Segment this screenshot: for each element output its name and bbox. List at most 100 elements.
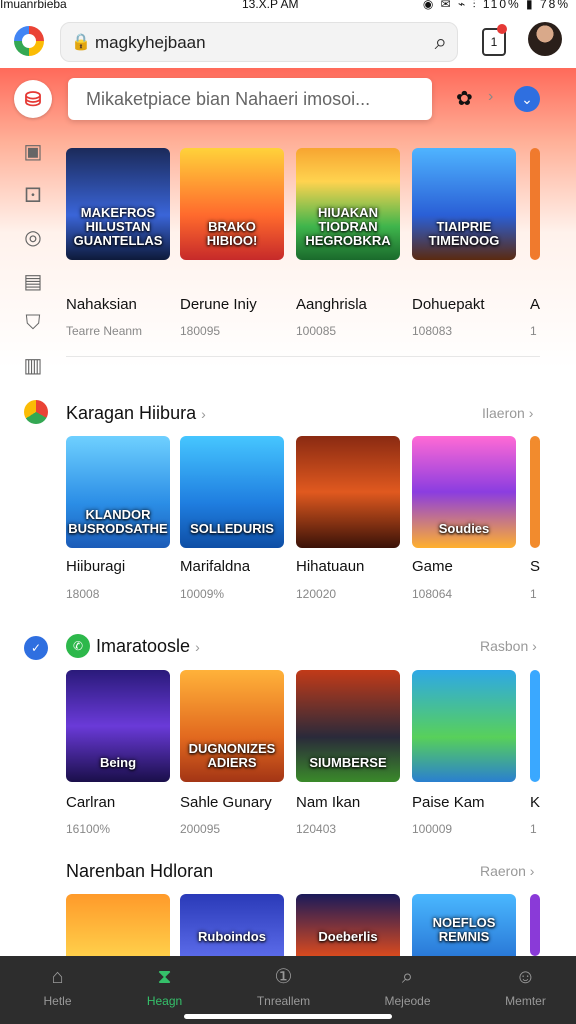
section-title[interactable]: Imaratoosle ›: [96, 636, 200, 657]
game-art-title: MAKEFROS HILUSTAN GUANTELLAS: [73, 205, 163, 248]
home-indicator[interactable]: [184, 1014, 392, 1019]
profile-badge-icon[interactable]: ⌄: [514, 86, 540, 112]
game-stat: 1: [530, 324, 537, 338]
game-art-title: Being: [99, 755, 137, 770]
nav-label: Memter: [505, 994, 546, 1008]
game-stat: 1: [530, 822, 537, 836]
address-text[interactable]: magkyhejbaan: [95, 33, 206, 53]
chat-icon: ✆: [66, 634, 90, 658]
game-art-title: SOLLEDURIS: [190, 521, 274, 536]
address-bar[interactable]: 🔒 magkyhejbaan ⌕: [60, 22, 458, 62]
game-card[interactable]: DUGNONIZES ADIERS: [180, 670, 284, 782]
game-name: A: [530, 296, 541, 313]
game-card[interactable]: Ruboindos: [180, 894, 284, 956]
clock-text: 13.X.P AM: [242, 0, 299, 11]
game-card[interactable]: [530, 148, 540, 260]
game-card[interactable]: [530, 436, 540, 548]
browser-toolbar: 🔒 magkyhejbaan ⌕ 1: [0, 14, 576, 69]
chevron-right-icon: ›: [201, 406, 206, 422]
chevron-right-icon: ›: [195, 639, 200, 655]
clock-icon: ①: [274, 966, 293, 988]
home-icon: ⌂: [51, 966, 64, 988]
game-name: Aanghrisla: [296, 296, 367, 313]
game-art-title: HIUAKAN TIODRAN HEGROBKRA: [305, 205, 391, 248]
game-stat: Tearre Neanm: [66, 324, 143, 338]
app-logo-icon[interactable]: [14, 26, 44, 56]
game-stat: 180095: [180, 324, 221, 338]
see-more-link[interactable]: Ilaeron ›: [482, 405, 533, 421]
nav-label: Tnreallem: [256, 994, 311, 1008]
game-card[interactable]: SOLLEDURIS: [180, 436, 284, 548]
section-title[interactable]: Karagan Hiibura ›: [66, 403, 206, 424]
game-card[interactable]: NOEFLOS REMNIS: [412, 894, 516, 956]
game-card[interactable]: Being: [66, 670, 170, 782]
chart-icon[interactable]: ▤: [14, 262, 52, 300]
game-name: Hiiburagi: [66, 558, 126, 575]
nav-profile[interactable]: ☺ Memter: [468, 956, 576, 1024]
game-stat: 120020: [296, 587, 337, 601]
game-art-title: TIAIPRIE TIMENOOG: [428, 219, 500, 248]
target-icon[interactable]: ◎: [14, 218, 52, 256]
nav-label: Hetle: [43, 994, 72, 1008]
carrier-text: Imuanrbieba: [0, 0, 67, 11]
discover-icon: ⌕: [401, 966, 414, 988]
game-name: Game: [412, 558, 453, 575]
game-card[interactable]: [66, 894, 170, 956]
game-name: Nahaksian: [66, 296, 137, 313]
grid-icon[interactable]: ▣: [14, 132, 52, 170]
section-icon: ✓: [24, 636, 48, 660]
game-card[interactable]: KLANDOR BUSRODSATHE: [66, 436, 170, 548]
game-name: Nam Ikan: [296, 794, 361, 811]
game-card[interactable]: [296, 436, 400, 548]
game-card[interactable]: Doeberlis: [296, 894, 400, 956]
game-stat: 200095: [180, 822, 221, 836]
puzzle-icon[interactable]: ✿: [456, 86, 473, 111]
game-stat: 18008: [66, 587, 100, 601]
game-art-title: BRAKO HIBIOO!: [206, 219, 258, 248]
section-title-text: Karagan Hiibura: [66, 403, 197, 423]
lock-icon: 🔒: [71, 34, 91, 51]
game-art-title: DUGNONIZES ADIERS: [188, 741, 276, 770]
game-stat: 10009%: [180, 587, 225, 601]
game-card[interactable]: [412, 670, 516, 782]
see-more-text: Ilaeron: [482, 405, 525, 421]
profile-icon: ☺: [515, 966, 536, 988]
game-card[interactable]: SIUMBERSE: [296, 670, 400, 782]
see-more-link[interactable]: Rasbon ›: [480, 638, 537, 654]
game-art-title: [344, 532, 352, 540]
game-card[interactable]: HIUAKAN TIODRAN HEGROBKRA: [296, 148, 400, 260]
game-icon[interactable]: ⚀: [14, 176, 52, 214]
marketplace-search[interactable]: [68, 78, 432, 120]
game-card[interactable]: Soudies: [412, 436, 516, 548]
notification-badge: [497, 24, 507, 34]
game-name: Hihatuaun: [296, 558, 365, 575]
game-name: Carlran: [66, 794, 116, 811]
book-icon[interactable]: ▥: [14, 346, 52, 384]
game-stat: 108083: [412, 324, 453, 338]
game-name: K: [530, 794, 541, 811]
nav-label: Mejeode: [384, 994, 431, 1008]
game-art-title: [114, 940, 122, 948]
status-icons: ◉ ✉ ⌁ ⫶ 110% ▮ 78%: [422, 0, 570, 11]
chevron-right-icon[interactable]: ›: [488, 88, 493, 106]
game-stat: 16100%: [66, 822, 111, 836]
avatar[interactable]: [528, 22, 562, 56]
shield-icon[interactable]: ⛉: [14, 304, 52, 342]
section-title[interactable]: Narenban Hdloran: [66, 861, 213, 882]
game-card[interactable]: MAKEFROS HILUSTAN GUANTELLAS: [66, 148, 170, 260]
game-card[interactable]: [530, 894, 540, 956]
game-card[interactable]: TIAIPRIE TIMENOOG: [412, 148, 516, 260]
game-card[interactable]: [530, 670, 540, 782]
section-icon: [24, 400, 48, 424]
search-input[interactable]: [84, 78, 428, 120]
game-card[interactable]: BRAKO HIBIOO!: [180, 148, 284, 260]
search-icon[interactable]: ⌕: [435, 29, 447, 55]
game-stat: 120403: [296, 822, 337, 836]
see-more-text: Rasbon: [480, 638, 529, 654]
game-art-title: NOEFLOS REMNIS: [432, 915, 496, 944]
nav-home[interactable]: ⌂ Hetle: [0, 956, 115, 1024]
see-more-link[interactable]: Raeron ›: [480, 863, 534, 879]
store-logo-icon[interactable]: ⛁: [14, 80, 52, 118]
game-name: Dohuepakt: [412, 296, 485, 313]
game-name: Marifaldna: [180, 558, 251, 575]
